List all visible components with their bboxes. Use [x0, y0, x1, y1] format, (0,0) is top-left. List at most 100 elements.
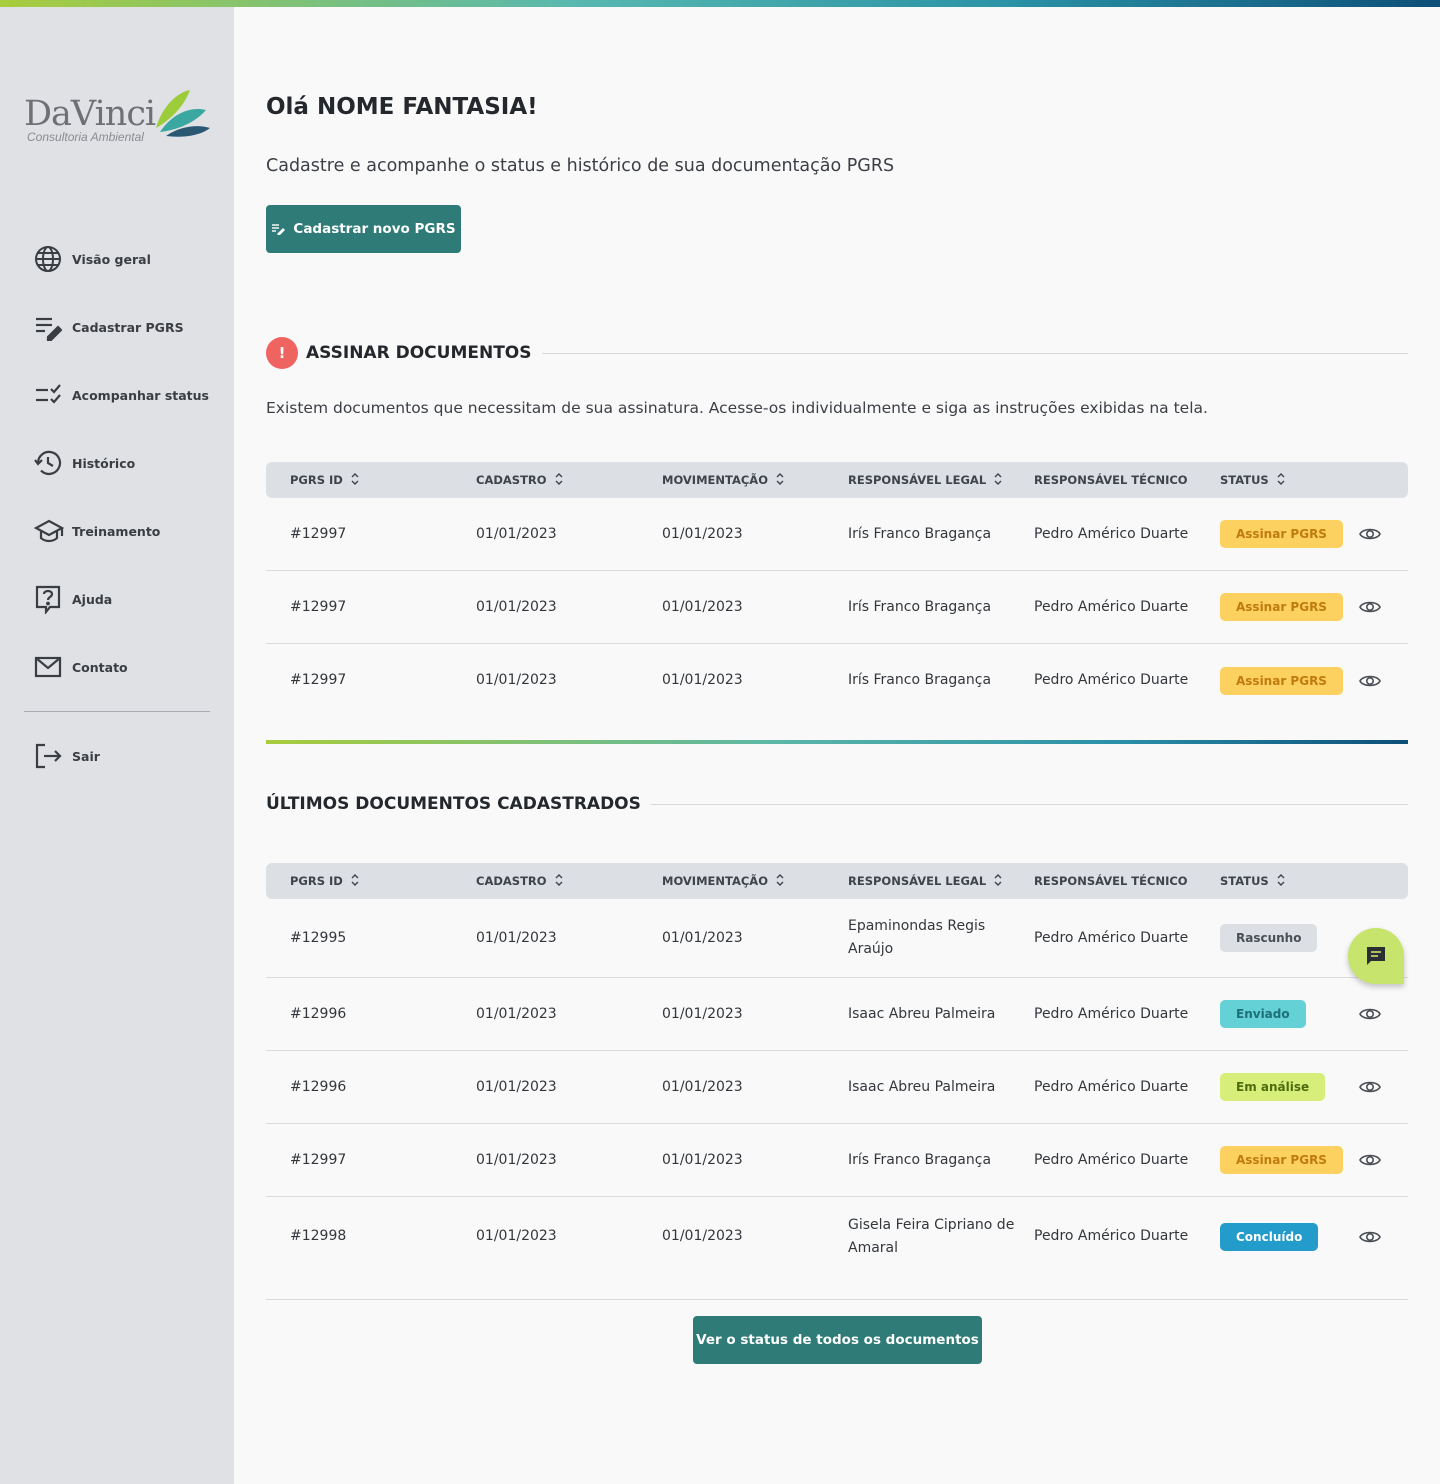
help-icon: [24, 579, 72, 619]
column-header[interactable]: STATUS: [1220, 873, 1350, 889]
sort-icon[interactable]: [776, 873, 784, 889]
column-header[interactable]: CADASTRO: [476, 873, 662, 889]
status-badge[interactable]: Assinar PGRS: [1220, 1146, 1343, 1174]
cell-cadastro: 01/01/2023: [476, 1151, 557, 1168]
cell-cadastro: 01/01/2023: [476, 1228, 557, 1244]
latest-documents-table: PGRS ID CADASTRO MOVIMENTAÇÃO RESPONSÁVEL L…: [266, 863, 1408, 1276]
sidebar-item-historico[interactable]: Histórico: [24, 443, 214, 483]
cell-movimentacao: 01/01/2023: [662, 672, 743, 688]
cell-cadastro: 01/01/2023: [476, 525, 557, 542]
table-row[interactable]: #12997 01/01/2023 01/01/2023 Irís Franco Br…: [266, 644, 1408, 717]
status-badge[interactable]: Assinar PGRS: [1220, 593, 1343, 621]
status-badge: Concluído: [1220, 1222, 1319, 1251]
view-eye-icon[interactable]: [1350, 1079, 1390, 1095]
leaf-logo-icon: [156, 90, 210, 137]
sidebar-item-label: Ajuda: [72, 591, 113, 607]
cell-legal: Isaac Abreu Palmeira: [848, 1005, 996, 1022]
table-bottom-divider: [266, 1299, 1408, 1300]
column-header[interactable]: MOVIMENTAÇÃO: [662, 472, 848, 488]
column-header[interactable]: MOVIMENTAÇÃO: [662, 873, 848, 889]
cell-legal: Irís Franco Bragança: [848, 672, 992, 688]
logout-label: Sair: [72, 748, 100, 764]
latest-section-header: ÚLTIMOS DOCUMENTOS CADASTRADOS: [266, 788, 1408, 820]
alert-icon: !: [266, 337, 298, 369]
table-row[interactable]: #12997 01/01/2023 01/01/2023 Irís Franco Br…: [266, 1124, 1408, 1197]
sidebar-item-visao-geral[interactable]: Visão geral: [24, 239, 214, 279]
sort-icon[interactable]: [351, 873, 359, 889]
table-row[interactable]: #12998 01/01/2023 01/01/2023 Gisela Feira C…: [266, 1197, 1408, 1276]
column-header[interactable]: CADASTRO: [476, 472, 662, 488]
view-eye-icon[interactable]: [1350, 526, 1390, 542]
new-pgrs-button[interactable]: Cadastrar novo PGRS: [266, 205, 461, 253]
column-header-label: CADASTRO: [476, 473, 547, 487]
column-header[interactable]: STATUS: [1220, 472, 1350, 488]
chat-icon: [1367, 947, 1385, 965]
sidebar-item-label: Contato: [72, 659, 128, 675]
sort-icon[interactable]: [1277, 873, 1285, 889]
column-header[interactable]: RESPONSÁVEL LEGAL: [848, 873, 1034, 889]
brand-name: DaVinci: [24, 94, 156, 134]
sidebar-item-ajuda[interactable]: Ajuda: [24, 579, 214, 619]
view-all-status-button[interactable]: Ver o status de todos os documentos: [693, 1316, 982, 1364]
sort-icon[interactable]: [1277, 472, 1285, 488]
table-row[interactable]: #12997 01/01/2023 01/01/2023 Irís Franco Br…: [266, 498, 1408, 571]
cell-movimentacao: 01/01/2023: [662, 598, 743, 615]
column-header[interactable]: RESPONSÁVEL LEGAL: [848, 472, 1034, 488]
graduation-cap-icon: [24, 511, 72, 551]
cell-status: Em análise: [1220, 1073, 1350, 1101]
sidebar-item-cadastrar-pgrs[interactable]: Cadastrar PGRS: [24, 307, 214, 347]
cell-movimentacao: 01/01/2023: [662, 1151, 743, 1168]
cell-legal: Irís Franco Bragança: [848, 1151, 992, 1168]
status-badge[interactable]: Assinar PGRS: [1220, 666, 1343, 695]
cell-id: #12997: [290, 1151, 347, 1168]
table-header: PGRS ID CADASTRO MOVIMENTAÇÃO RESPONSÁVEL L…: [266, 863, 1408, 899]
page-title: Olá NOME FANTASIA!: [266, 94, 538, 120]
status-badge: Enviado: [1220, 1000, 1306, 1028]
view-eye-icon[interactable]: [1350, 1229, 1390, 1245]
cell-status: Assinar PGRS: [1220, 1146, 1350, 1174]
sidebar-item-contato[interactable]: Contato: [24, 647, 214, 687]
section-divider: [541, 352, 1408, 354]
status-badge[interactable]: Assinar PGRS: [1220, 520, 1343, 548]
sort-icon[interactable]: [555, 873, 563, 889]
status-badge: Em análise: [1220, 1073, 1326, 1101]
section-divider: [650, 803, 1408, 805]
logo[interactable]: DaVinci Consultoria Ambiental: [24, 88, 214, 148]
cell-tecnico: Pedro Américo Duarte: [1034, 929, 1189, 946]
sort-icon[interactable]: [994, 873, 1002, 889]
sidebar-item-acompanhar-status[interactable]: Acompanhar status: [24, 375, 214, 415]
sidebar-divider: [24, 711, 210, 712]
column-header-label: RESPONSÁVEL TÉCNICO: [1034, 473, 1188, 487]
new-pgrs-button-label: Cadastrar novo PGRS: [293, 221, 456, 237]
table-row[interactable]: #12996 01/01/2023 01/01/2023 Isaac Abreu Pa…: [266, 978, 1408, 1051]
sidebar-item-treinamento[interactable]: Treinamento: [24, 511, 214, 551]
column-header[interactable]: PGRS ID: [290, 472, 476, 488]
sidebar-item-label: Cadastrar PGRS: [72, 319, 184, 335]
table-row[interactable]: #12995 01/01/2023 01/01/2023 Epaminondas Re…: [266, 899, 1408, 978]
sidebar-item-label: Visão geral: [72, 251, 151, 267]
sort-icon[interactable]: [776, 472, 784, 488]
cell-status: Assinar PGRS: [1220, 593, 1350, 621]
sort-icon[interactable]: [351, 472, 359, 488]
sign-section-description: Existem documentos que necessitam de sua…: [266, 399, 1208, 417]
cell-tecnico: Pedro Américo Duarte: [1034, 672, 1189, 688]
view-eye-icon[interactable]: [1350, 1006, 1390, 1022]
logout-button[interactable]: Sair: [24, 736, 214, 776]
column-header[interactable]: PGRS ID: [290, 873, 476, 889]
column-header-label: STATUS: [1220, 874, 1269, 888]
cell-legal: Irís Franco Bragança: [848, 598, 992, 615]
chat-button[interactable]: [1348, 928, 1404, 984]
cell-id: #12997: [290, 525, 347, 542]
cell-movimentacao: 01/01/2023: [662, 1005, 743, 1022]
checklist-icon: [24, 375, 72, 415]
table-row[interactable]: #12997 01/01/2023 01/01/2023 Irís Franco Br…: [266, 571, 1408, 644]
view-eye-icon[interactable]: [1350, 599, 1390, 615]
column-header-label: PGRS ID: [290, 874, 343, 888]
view-eye-icon[interactable]: [1350, 673, 1390, 689]
sort-icon[interactable]: [994, 472, 1002, 488]
table-row[interactable]: #12996 01/01/2023 01/01/2023 Isaac Abreu Pa…: [266, 1051, 1408, 1124]
view-eye-icon[interactable]: [1350, 1152, 1390, 1168]
sort-icon[interactable]: [555, 472, 563, 488]
cell-id: #12997: [290, 598, 347, 615]
sidebar-item-label: Acompanhar status: [72, 387, 209, 403]
